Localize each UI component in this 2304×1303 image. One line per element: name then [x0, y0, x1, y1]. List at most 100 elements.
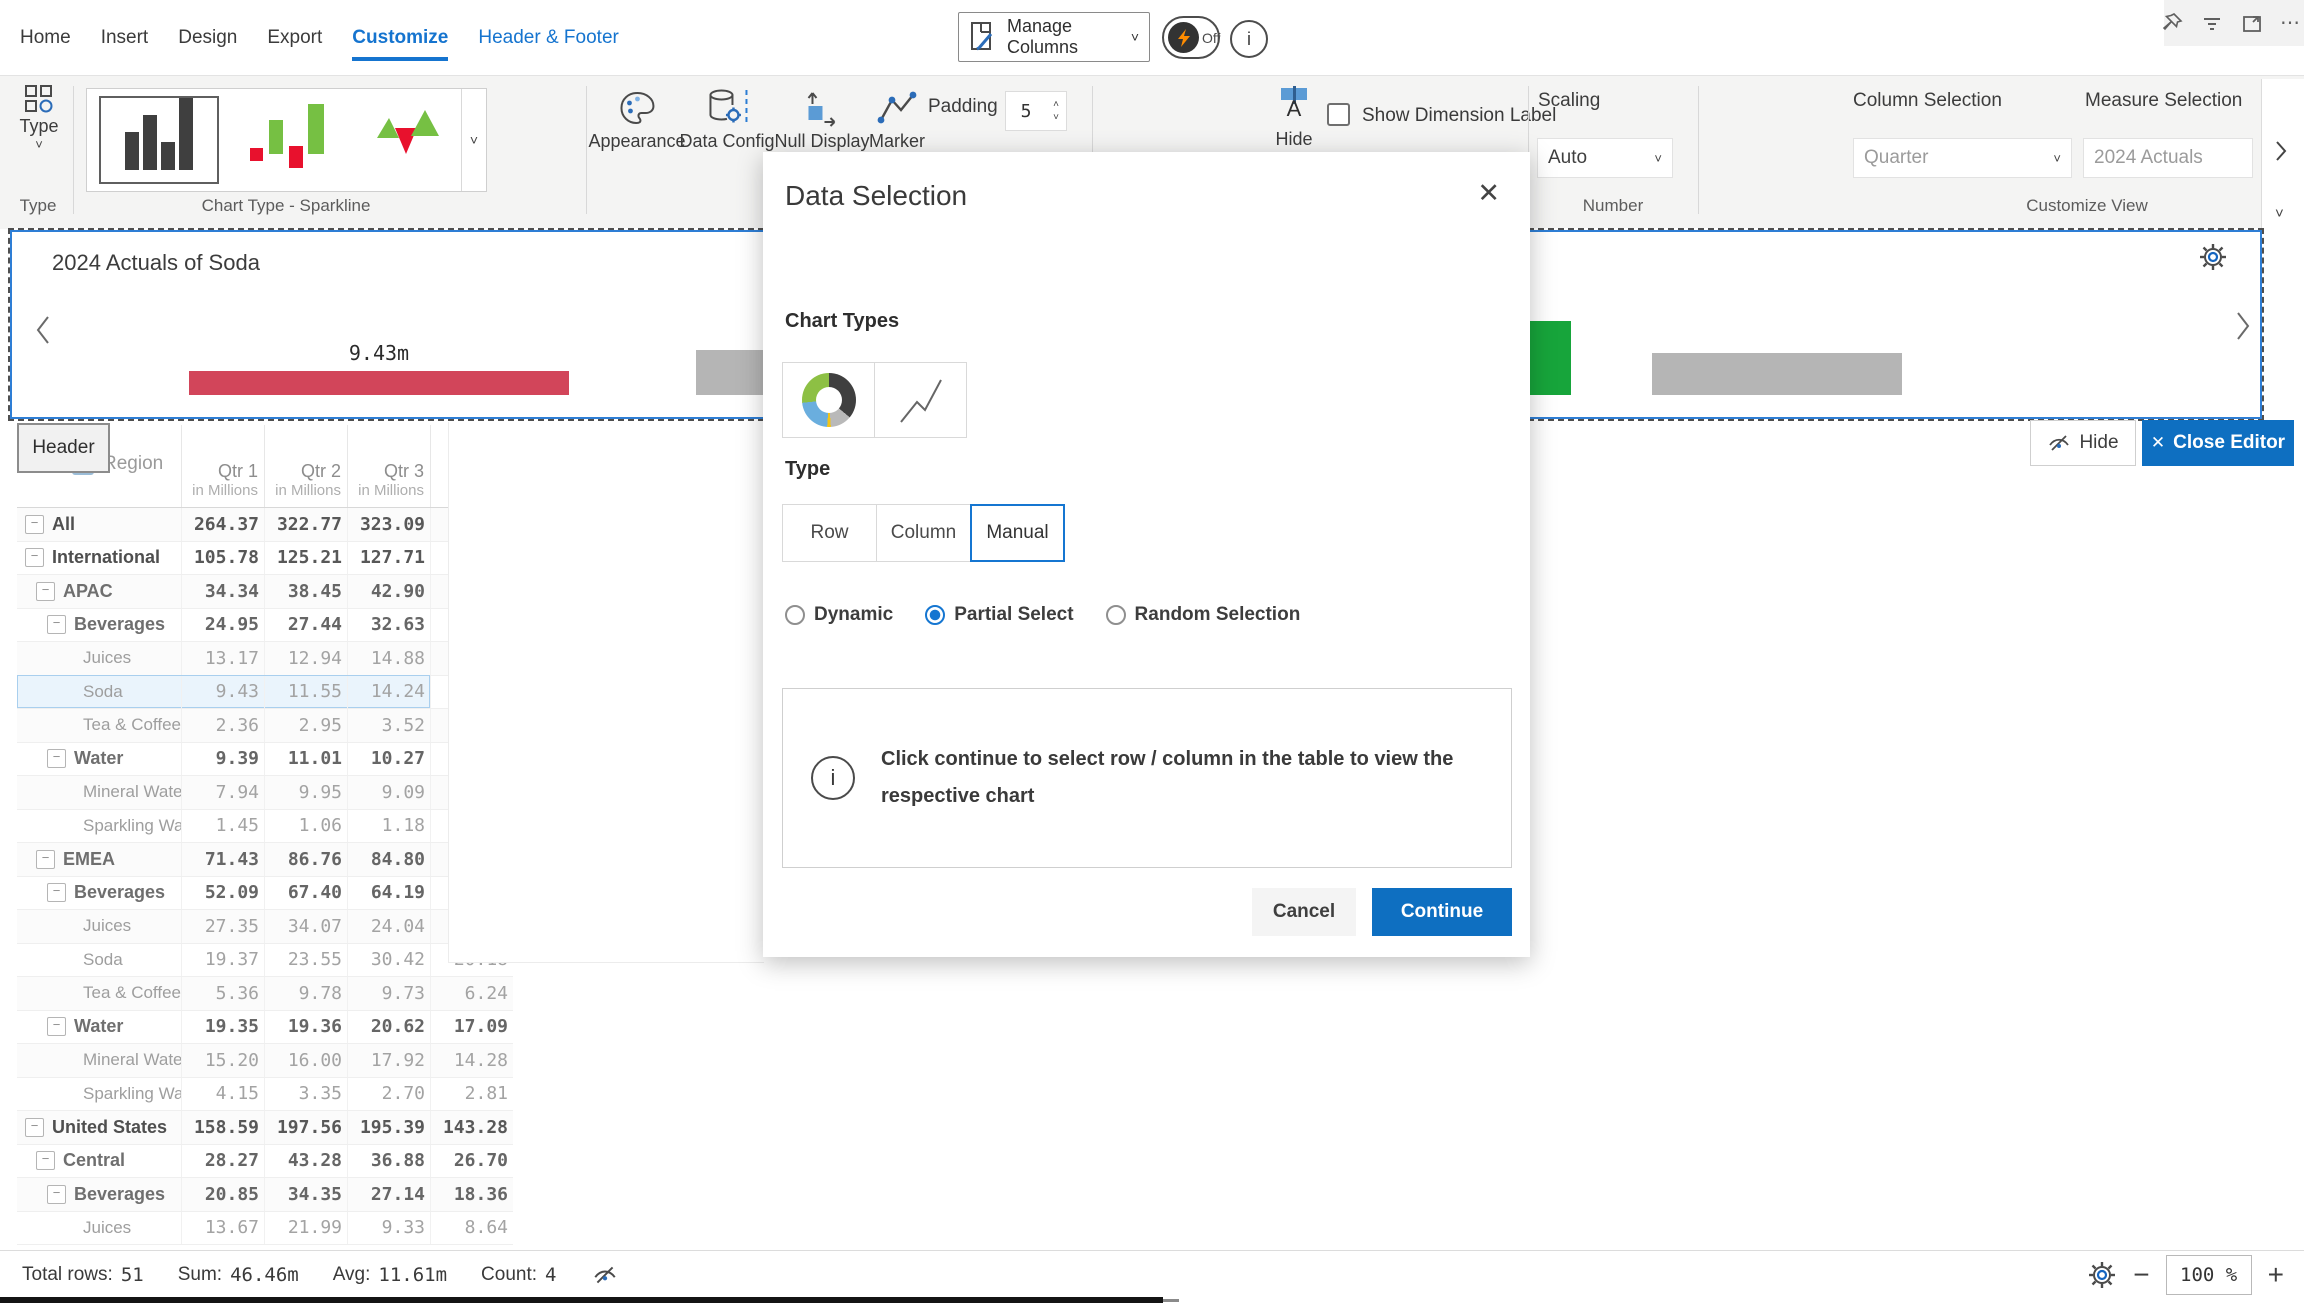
close-editor-button[interactable]: ✕ Close Editor: [2142, 420, 2294, 466]
table-row[interactable]: Juices13.6721.999.338.64: [17, 1212, 513, 1246]
hide-column-button[interactable]: A Hide: [1268, 88, 1320, 150]
radio-random-selection[interactable]: Random Selection: [1106, 604, 1301, 626]
menu-tab-design[interactable]: Design: [178, 27, 237, 49]
eye-off-icon[interactable]: [592, 1263, 618, 1287]
cancel-button[interactable]: Cancel: [1252, 888, 1356, 936]
type-button[interactable]: Type ˅: [10, 84, 68, 152]
ribbon-next-button[interactable]: [2274, 139, 2288, 163]
status-item: Sum:46.46m: [178, 1264, 299, 1286]
table-row[interactable]: Juices27.3534.0724.04: [17, 910, 513, 944]
power-toggle[interactable]: Off: [1162, 16, 1220, 59]
table-row[interactable]: −International105.78125.21127.71: [17, 542, 513, 576]
appearance-button[interactable]: Appearance: [588, 88, 685, 152]
menu-tab-customize[interactable]: Customize: [352, 27, 448, 49]
settings-gear-icon[interactable]: [2087, 1260, 2117, 1290]
table-cell: 9.09: [347, 776, 430, 809]
table-row[interactable]: −Beverages20.8534.3527.1418.36: [17, 1178, 513, 1212]
table-row[interactable]: Mineral Water15.2016.0017.9214.28: [17, 1044, 513, 1078]
table-row[interactable]: −APAC34.3438.4542.90: [17, 575, 513, 609]
padding-stepper[interactable]: 5 ˄˅: [1005, 91, 1067, 131]
continue-button[interactable]: Continue: [1372, 888, 1512, 936]
collapse-icon[interactable]: −: [36, 1151, 55, 1170]
modal-close-icon[interactable]: ✕: [1477, 178, 1500, 209]
collapse-icon[interactable]: −: [47, 1185, 66, 1204]
menu-tab-header-footer[interactable]: Header & Footer: [478, 27, 618, 49]
table-row[interactable]: −United States158.59197.56195.39143.28: [17, 1111, 513, 1145]
table-row[interactable]: Tea & Coffee5.369.789.736.24: [17, 977, 513, 1011]
table-cell: 143.28: [430, 1111, 513, 1144]
table-row[interactable]: −Central28.2743.2836.8826.70: [17, 1145, 513, 1179]
header-chip[interactable]: Header: [17, 423, 110, 473]
table-cell: 52.09: [181, 877, 264, 910]
type-option-row[interactable]: Row: [782, 504, 877, 562]
menu-tab-export[interactable]: Export: [267, 27, 322, 49]
data-config-button[interactable]: Data Config: [679, 88, 774, 152]
table-row[interactable]: Sparkling Water4.153.352.702.81: [17, 1078, 513, 1112]
collapse-icon[interactable]: −: [25, 1118, 44, 1137]
status-bar: Total rows:51Sum:46.46mAvg:11.61mCount:4…: [0, 1250, 2304, 1297]
type-option-manual[interactable]: Manual: [970, 504, 1065, 562]
ribbon-collapse-icon[interactable]: ˅: [2275, 205, 2284, 222]
collapse-icon[interactable]: −: [25, 548, 44, 567]
marker-button[interactable]: Marker: [869, 88, 925, 152]
sparkline-type-bars[interactable]: [99, 96, 219, 184]
table-cell: 127.71: [347, 542, 430, 575]
line-chart-type-tile[interactable]: [874, 362, 967, 438]
gallery-more-button[interactable]: ˅: [461, 89, 486, 191]
zoom-in-button[interactable]: +: [2268, 1261, 2284, 1289]
table-row[interactable]: Mineral Water7.949.959.09: [17, 776, 513, 810]
show-dimension-label-checkbox[interactable]: [1327, 103, 1350, 126]
stepper-up-icon[interactable]: ˄: [1053, 99, 1059, 110]
pin-icon[interactable]: [2160, 11, 2184, 35]
more-icon[interactable]: ⋯: [2280, 11, 2300, 35]
collapse-icon[interactable]: −: [47, 883, 66, 902]
sparkline-type-arrows[interactable]: [359, 96, 449, 184]
scaling-select[interactable]: Auto ˅: [1537, 138, 1673, 178]
table-row[interactable]: Tea & Coffee2.362.953.52: [17, 709, 513, 743]
zoom-out-button[interactable]: −: [2133, 1261, 2149, 1289]
table-row[interactable]: −All264.37322.77323.09: [17, 508, 513, 542]
table-row[interactable]: Sparkling Water1.451.061.18: [17, 810, 513, 844]
collapse-icon[interactable]: −: [36, 582, 55, 601]
chart-settings-gear-icon[interactable]: [2198, 242, 2228, 272]
collapse-icon[interactable]: −: [47, 749, 66, 768]
radio-partial-select[interactable]: Partial Select: [925, 604, 1073, 626]
collapse-icon[interactable]: −: [47, 1017, 66, 1036]
chart-next-arrow[interactable]: [2234, 310, 2252, 342]
table-row[interactable]: Soda9.4311.5514.24: [17, 676, 513, 710]
null-display-button[interactable]: Null Display: [774, 88, 869, 152]
table-row[interactable]: −Beverages24.9527.4432.63: [17, 609, 513, 643]
type-button-label: Type: [10, 116, 68, 137]
table-row[interactable]: Juices13.1712.9414.88: [17, 642, 513, 676]
table-row[interactable]: Soda19.3723.5530.4220.18: [17, 944, 513, 978]
donut-chart-type-tile[interactable]: [782, 362, 875, 438]
collapse-icon[interactable]: −: [47, 615, 66, 634]
stepper-down-icon[interactable]: ˅: [1053, 112, 1059, 123]
table-row[interactable]: −EMEA71.4386.7684.80: [17, 843, 513, 877]
row-label: Sparkling Water: [83, 816, 181, 836]
table-row[interactable]: −Water19.3519.3620.6217.09: [17, 1011, 513, 1045]
info-button[interactable]: i: [1230, 20, 1268, 58]
table-row[interactable]: −Beverages52.0967.4064.19: [17, 877, 513, 911]
collapse-icon[interactable]: −: [36, 850, 55, 869]
white-overlay-panel: [448, 422, 764, 963]
table-body: −All264.37322.77323.09−International105.…: [17, 508, 513, 1245]
manage-columns-button[interactable]: Manage Columns ˅: [958, 12, 1150, 62]
measure-selection-field[interactable]: 2024 Actuals: [2083, 138, 2253, 178]
menu-tab-insert[interactable]: Insert: [101, 27, 149, 49]
zoom-level[interactable]: 100 %: [2166, 1255, 2252, 1295]
chart-type-gallery: ˅: [86, 88, 487, 192]
collapse-icon[interactable]: −: [25, 515, 44, 534]
sparkline-type-variance[interactable]: [244, 96, 334, 184]
chart-prev-arrow[interactable]: [34, 314, 52, 346]
hide-editor-button[interactable]: Hide: [2030, 420, 2136, 466]
table-cell: 19.35: [181, 1011, 264, 1044]
column-selection-select[interactable]: Quarter ˅: [1853, 138, 2072, 178]
type-option-column[interactable]: Column: [876, 504, 971, 562]
expand-icon[interactable]: [2240, 11, 2264, 35]
radio-dynamic[interactable]: Dynamic: [785, 604, 893, 626]
filter-lines-icon[interactable]: [2200, 11, 2224, 35]
table-row[interactable]: −Water9.3911.0110.27: [17, 743, 513, 777]
menu-tab-home[interactable]: Home: [20, 27, 71, 49]
status-item: Count:4: [481, 1264, 556, 1286]
